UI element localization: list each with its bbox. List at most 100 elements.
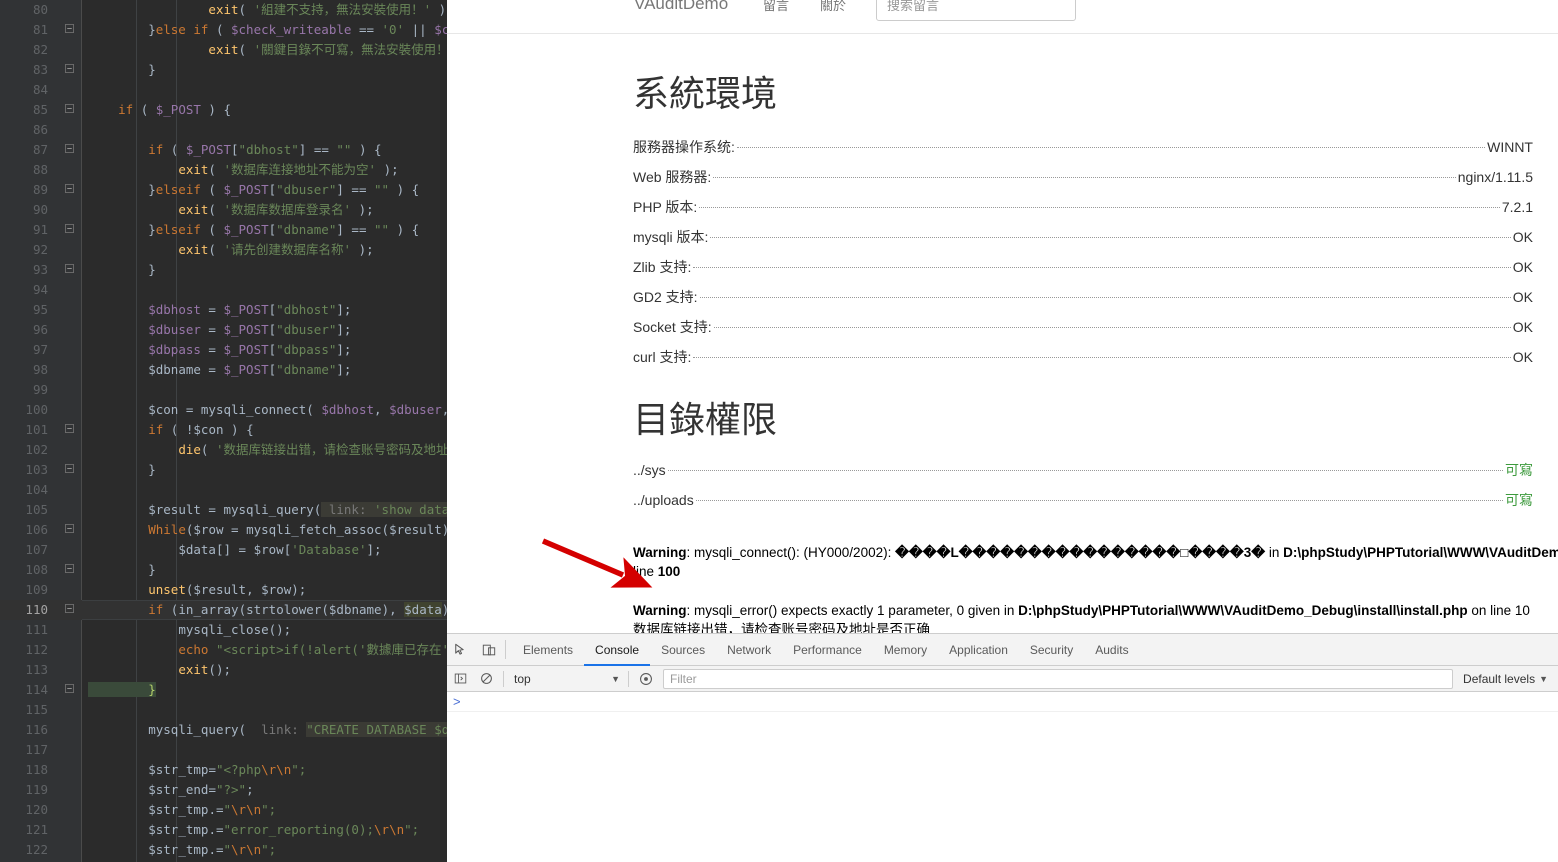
- code-line[interactable]: 101 if ( !$con ) {: [0, 420, 447, 440]
- code-line[interactable]: 114 }: [0, 680, 447, 700]
- line-number: 111: [25, 622, 48, 637]
- code-text: die( '数据库链接出错，请检查账号密码及地址是否正確: [178, 442, 447, 457]
- toggle-device-toolbar-icon[interactable]: [475, 634, 503, 665]
- code-line[interactable]: 116 mysqli_query( link: "CREATE DATABASE…: [0, 720, 447, 740]
- console-filter-input[interactable]: [663, 668, 1454, 689]
- code-line[interactable]: 109 unset($result, $row);: [0, 580, 447, 600]
- code-line[interactable]: 102 die( '数据库链接出错，请检查账号密码及地址是否正確: [0, 440, 447, 460]
- code-fold-toggle-icon[interactable]: [58, 60, 80, 80]
- code-fold-toggle-icon[interactable]: [58, 220, 80, 240]
- console-output-area[interactable]: >: [447, 692, 1558, 862]
- code-line[interactable]: 106 While($row = mysqli_fetch_assoc($res…: [0, 520, 447, 540]
- code-line[interactable]: 115: [0, 700, 447, 720]
- devtools-tab-sources[interactable]: Sources: [650, 634, 716, 665]
- code-line[interactable]: 113 exit();: [0, 660, 447, 680]
- code-text: }: [88, 462, 156, 477]
- line-number: 94: [32, 282, 48, 297]
- code-line[interactable]: 89 }elseif ( $_POST["dbuser"] == "" ) {: [0, 180, 447, 200]
- devtools-tab-application[interactable]: Application: [938, 634, 1019, 665]
- code-line[interactable]: 111 mysqli_close();: [0, 620, 447, 640]
- devtools-tab-elements[interactable]: Elements: [512, 634, 584, 665]
- console-context-selector[interactable]: top ▼: [508, 669, 624, 689]
- devtools-tab-list[interactable]: Elements Console Sources Network Performance…: [512, 634, 1140, 666]
- code-fold-toggle-icon[interactable]: [58, 180, 80, 200]
- console-context-value: top: [514, 671, 531, 686]
- code-line[interactable]: 81 }else if ( $check_writeable == '0' ||…: [0, 20, 447, 40]
- code-fold-toggle-icon[interactable]: [58, 260, 80, 280]
- console-settings-eye-icon[interactable]: [633, 666, 659, 692]
- code-text: $str_tmp.="\r\n";: [148, 842, 277, 857]
- warning-connector: in: [1265, 545, 1284, 561]
- info-row: ../uploads 可寫: [633, 485, 1533, 515]
- code-fold-toggle-icon[interactable]: [58, 560, 80, 580]
- code-line[interactable]: 108 }: [0, 560, 447, 580]
- code-text: $result = mysqli_query( link: 'show data…: [88, 500, 447, 520]
- code-fold-toggle-icon[interactable]: [58, 680, 80, 700]
- code-line[interactable]: 84: [0, 80, 447, 100]
- inspect-element-icon[interactable]: [447, 634, 475, 665]
- info-row-label: Socket 支持:: [633, 318, 712, 335]
- code-line[interactable]: 91 }elseif ( $_POST["dbname"] == "" ) {: [0, 220, 447, 240]
- code-line[interactable]: 98 $dbname = $_POST["dbname"];: [0, 360, 447, 380]
- code-line[interactable]: 86: [0, 120, 447, 140]
- code-fold-toggle-icon[interactable]: [58, 520, 80, 540]
- code-line[interactable]: 119 $str_end="?>";: [0, 780, 447, 800]
- code-fold-toggle-icon[interactable]: [58, 460, 80, 480]
- code-line[interactable]: 87 if ( $_POST["dbhost"] == "" ) {: [0, 140, 447, 160]
- line-number: 91: [32, 222, 48, 237]
- code-line[interactable]: 103 }: [0, 460, 447, 480]
- devtools-tab-performance[interactable]: Performance: [782, 634, 873, 665]
- code-line[interactable]: 83 }: [0, 60, 447, 80]
- code-line[interactable]: 120 $str_tmp.="\r\n";: [0, 800, 447, 820]
- clear-console-icon[interactable]: [473, 666, 499, 692]
- code-line[interactable]: 82 exit( '關鍵目錄不可寫，無法安裝使用！' );: [0, 40, 447, 60]
- code-line[interactable]: 96 $dbuser = $_POST["dbuser"];: [0, 320, 447, 340]
- code-text: if ( $_POST ) {: [118, 102, 232, 117]
- navbar-brand[interactable]: VAuditDemo: [634, 0, 728, 14]
- code-line[interactable]: 90 exit( '数据库数据库登录名' );: [0, 200, 447, 220]
- line-number: 106: [25, 522, 48, 537]
- code-text: exit( '数据库数据库登录名' );: [178, 202, 374, 217]
- line-number: 99: [32, 382, 48, 397]
- code-line[interactable]: 94: [0, 280, 447, 300]
- code-line[interactable]: 80 exit( '組建不支持，無法安裝使用！' );: [0, 0, 447, 20]
- code-line[interactable]: 122 $str_tmp.="\r\n";: [0, 840, 447, 860]
- code-line[interactable]: 88 exit( '数据库连接地址不能为空' );: [0, 160, 447, 180]
- console-prompt-row[interactable]: >: [447, 692, 1558, 712]
- console-levels-selector[interactable]: Default levels ▼: [1457, 672, 1558, 686]
- devtools-tab-security[interactable]: Security: [1019, 634, 1084, 665]
- nav-link-about[interactable]: 關於: [820, 0, 846, 13]
- code-fold-toggle-icon[interactable]: [58, 600, 80, 620]
- code-line[interactable]: 99: [0, 380, 447, 400]
- warning-message: : mysqli_connect(): (HY000/2002):: [686, 545, 896, 561]
- code-fold-toggle-icon[interactable]: [58, 140, 80, 160]
- code-line[interactable]: 92 exit( '请先创建数据库名称' );: [0, 240, 447, 260]
- code-line[interactable]: 121 $str_tmp.="error_reporting(0);\r\n";: [0, 820, 447, 840]
- code-line[interactable]: 95 $dbhost = $_POST["dbhost"];: [0, 300, 447, 320]
- devtools-tab-audits[interactable]: Audits: [1084, 634, 1139, 665]
- search-input[interactable]: [876, 0, 1076, 21]
- code-line[interactable]: 85 if ( $_POST ) {: [0, 100, 447, 120]
- code-line[interactable]: 105 $result = mysqli_query( link: 'show …: [0, 500, 447, 520]
- code-editor-panel[interactable]: 80 exit( '組建不支持，無法安裝使用！' );81 }else if (…: [0, 0, 447, 862]
- nav-link-messages[interactable]: 留言: [763, 0, 789, 13]
- devtools-tab-memory[interactable]: Memory: [873, 634, 938, 665]
- code-fold-toggle-icon[interactable]: [58, 20, 80, 40]
- code-line[interactable]: 97 $dbpass = $_POST["dbpass"];: [0, 340, 447, 360]
- devtools-tabbar: Elements Console Sources Network Performance…: [447, 634, 1558, 666]
- code-text: $dbhost = $_POST["dbhost"];: [148, 302, 352, 317]
- code-fold-toggle-icon[interactable]: [58, 420, 80, 440]
- devtools-tab-console[interactable]: Console: [584, 634, 651, 666]
- code-line[interactable]: 118 $str_tmp="<?php\r\n";: [0, 760, 447, 780]
- console-sidebar-icon[interactable]: [447, 666, 473, 692]
- code-fold-toggle-icon[interactable]: [58, 100, 80, 120]
- code-line[interactable]: 100 $con = mysqli_connect( $dbhost, $dbu…: [0, 400, 447, 420]
- code-line[interactable]: 110 if (in_array(strtolower($dbname), $d…: [0, 600, 447, 620]
- code-line[interactable]: 117: [0, 740, 447, 760]
- code-line[interactable]: 107 $data[] = $row['Database'];: [0, 540, 447, 560]
- code-line[interactable]: 104: [0, 480, 447, 500]
- devtools-tab-network[interactable]: Network: [716, 634, 782, 665]
- code-lines[interactable]: 80 exit( '組建不支持，無法安裝使用！' );81 }else if (…: [0, 0, 447, 862]
- code-line[interactable]: 112 echo "<script>if(!alert('數據庫已存在')){w…: [0, 640, 447, 660]
- code-line[interactable]: 93 }: [0, 260, 447, 280]
